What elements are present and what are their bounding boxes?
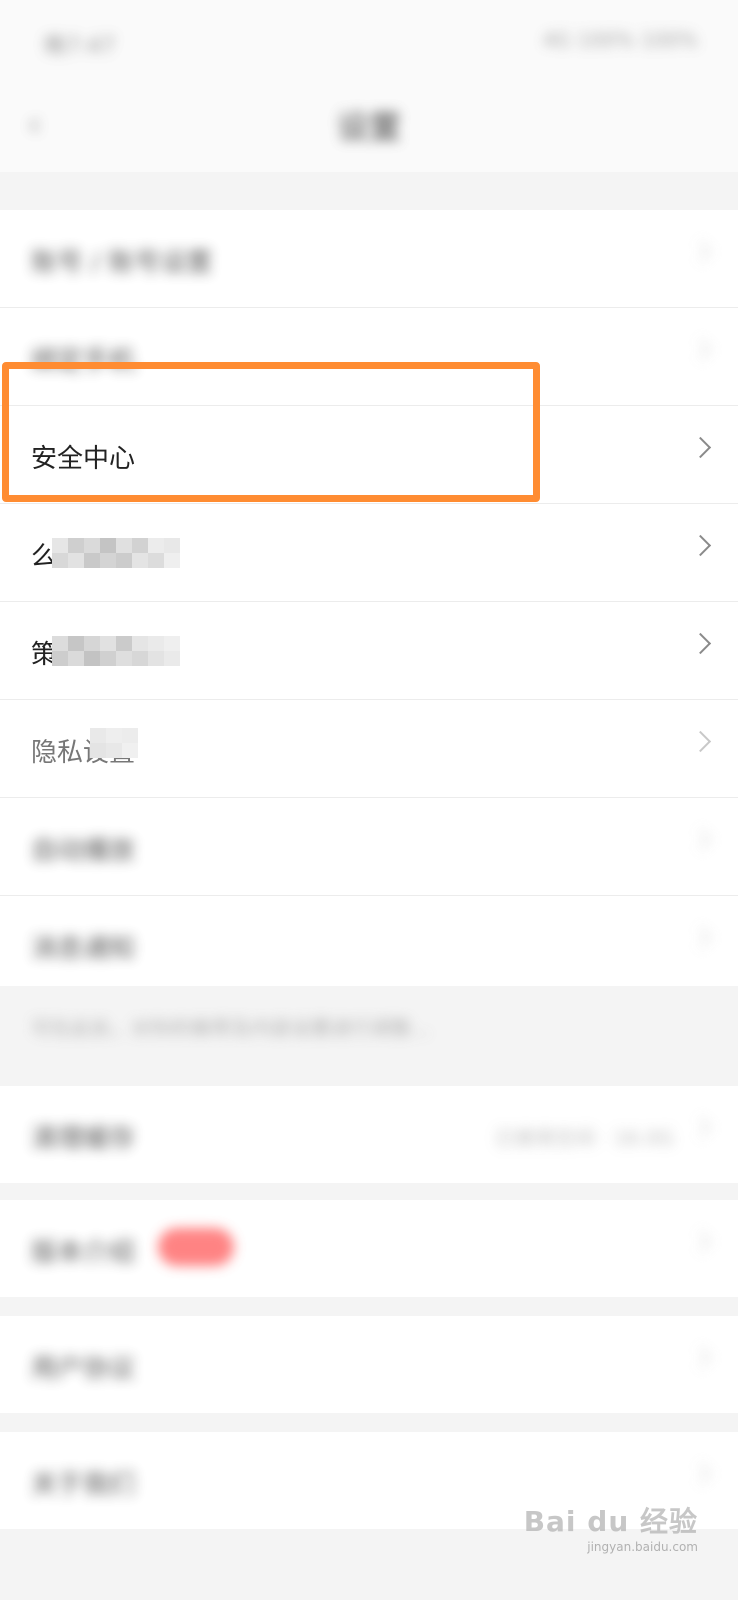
- settings-group-agreement: 用户协议: [0, 1316, 738, 1413]
- settings-note-text: 可在此处，对你的推荐及内容设置进行调整...: [31, 1016, 431, 1040]
- chevron-right-icon: [689, 632, 712, 655]
- settings-item-account[interactable]: 账号 / 账号设置: [0, 210, 738, 308]
- settings-item-version[interactable]: 版本介绍: [0, 1200, 738, 1297]
- watermark-url: jingyan.baidu.com: [587, 1540, 698, 1554]
- chevron-right-icon: [689, 730, 712, 753]
- settings-note: 可在此处，对你的推荐及内容设置进行调整...: [0, 986, 738, 1066]
- chevron-right-icon: [689, 926, 712, 949]
- watermark: Bai du 经验 jingyan.baidu.com: [524, 1500, 698, 1554]
- settings-item-label: 账号 / 账号设置: [31, 248, 213, 278]
- chevron-right-icon: [689, 1346, 712, 1369]
- chevron-right-icon: [689, 1462, 712, 1485]
- chevron-right-icon: [689, 436, 712, 459]
- settings-item-label: 版本介绍: [31, 1238, 136, 1268]
- chevron-right-icon: [689, 1116, 712, 1139]
- chevron-right-icon: [689, 828, 712, 851]
- page-title: 设置: [336, 108, 401, 146]
- settings-item-label: 消息通知: [31, 934, 136, 964]
- settings-group-version: 版本介绍: [0, 1200, 738, 1297]
- chevron-right-icon: [689, 240, 712, 263]
- highlight-box: [2, 362, 540, 502]
- settings-item-autoplay[interactable]: 自动播放: [0, 798, 738, 896]
- cache-size-value: 已使用空间 · 16.0G: [494, 1126, 674, 1150]
- redaction-mosaic: [52, 636, 180, 666]
- nav-bar: ‹ 设置: [0, 82, 738, 172]
- new-badge: [158, 1228, 234, 1266]
- chevron-right-icon: [689, 1230, 712, 1253]
- settings-item-privacy[interactable]: 隐私设置: [0, 700, 738, 798]
- settings-group-cache: 清理缓存 已使用空间 · 16.0G: [0, 1086, 738, 1183]
- status-time: 晚7:47: [44, 34, 116, 59]
- status-indicators: 4G 100% 100%: [542, 28, 698, 52]
- settings-item-agreement[interactable]: 用户协议: [0, 1316, 738, 1413]
- redaction-mosaic: [52, 538, 180, 568]
- settings-group-main: 账号 / 账号设置 绑定手机 安全中心 么 策 隐私设置 自动播放 消息通知: [0, 210, 738, 993]
- status-bar: 晚7:47 4G 100% 100%: [0, 0, 738, 82]
- settings-item-notifications[interactable]: 消息通知: [0, 896, 738, 993]
- chevron-right-icon: [689, 534, 712, 557]
- settings-item-label: 自动播放: [31, 836, 136, 866]
- chevron-right-icon: [689, 338, 712, 361]
- settings-item-label: 关于我们: [31, 1470, 136, 1500]
- settings-item-redacted-1[interactable]: 么: [0, 504, 738, 602]
- settings-item-label: 用户协议: [31, 1354, 136, 1384]
- redaction-mosaic: [90, 728, 138, 758]
- settings-item-label: 清理缓存: [31, 1124, 136, 1154]
- watermark-logo: Bai du 经验: [523, 1505, 698, 1538]
- settings-item-redacted-2[interactable]: 策: [0, 602, 738, 700]
- settings-item-clear-cache[interactable]: 清理缓存 已使用空间 · 16.0G: [0, 1086, 738, 1183]
